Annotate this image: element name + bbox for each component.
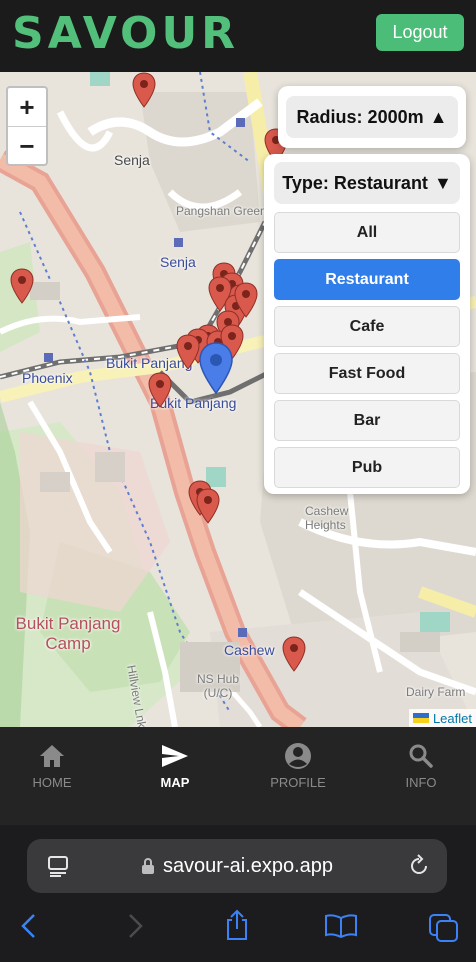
tab-label-home: HOME bbox=[32, 775, 72, 790]
zoom-control: + − bbox=[6, 86, 48, 166]
type-option-all[interactable]: All bbox=[274, 212, 460, 253]
tab-label-info: INFO bbox=[405, 775, 437, 790]
type-label: Type: Restaurant bbox=[282, 172, 428, 193]
map-label-ns-hub: NS Hub (U/C) bbox=[196, 672, 240, 700]
zoom-in-button[interactable]: + bbox=[8, 88, 46, 127]
url-text: savour-ai.expo.app bbox=[162, 854, 334, 877]
restaurant-marker-pin[interactable] bbox=[148, 372, 172, 408]
caret-down-icon: ▼ bbox=[433, 172, 452, 193]
forward-icon[interactable] bbox=[124, 913, 146, 939]
logout-button[interactable]: Logout bbox=[376, 14, 464, 51]
ukraine-flag-icon bbox=[412, 713, 429, 723]
lock-icon bbox=[141, 858, 154, 874]
radius-dropdown[interactable]: Radius: 2000m ▲ bbox=[286, 96, 458, 138]
home-icon bbox=[40, 745, 64, 767]
send-icon bbox=[162, 745, 188, 767]
restaurant-marker-pin[interactable] bbox=[196, 488, 220, 524]
type-option-fast-food[interactable]: Fast Food bbox=[274, 353, 460, 394]
map-label-senja-station: Senja bbox=[160, 254, 196, 270]
map-label-senja: Senja bbox=[114, 152, 150, 168]
map-label-cashew-heights: Cashew Heights bbox=[305, 504, 349, 532]
type-option-cafe[interactable]: Cafe bbox=[274, 306, 460, 347]
caret-up-icon: ▲ bbox=[429, 106, 448, 127]
restaurant-marker-pin[interactable] bbox=[176, 334, 200, 370]
restaurant-marker-pin[interactable] bbox=[282, 636, 306, 672]
map-attribution[interactable]: Leaflet bbox=[408, 709, 476, 727]
map-label-phoenix: Phoenix bbox=[22, 370, 73, 386]
reload-icon[interactable] bbox=[407, 854, 431, 878]
tab-info[interactable]: INFO bbox=[366, 741, 476, 790]
type-option-pub[interactable]: Pub bbox=[274, 447, 460, 488]
share-icon[interactable] bbox=[224, 909, 250, 941]
bottom-tab-bar: HOME MAP PROFILE INFO bbox=[0, 727, 476, 825]
map-label-pangshan-green: Pangshan Green bbox=[176, 204, 267, 218]
restaurant-marker-pin[interactable] bbox=[234, 282, 258, 318]
bookmarks-icon[interactable] bbox=[324, 913, 358, 939]
type-panel: Type: Restaurant ▼ All Restaurant Cafe F… bbox=[264, 154, 470, 494]
tab-map[interactable]: MAP bbox=[120, 741, 230, 790]
type-option-bar[interactable]: Bar bbox=[274, 400, 460, 441]
map-label-cashew: Cashew bbox=[224, 642, 275, 658]
restaurant-marker-pin[interactable] bbox=[10, 268, 34, 304]
search-icon bbox=[409, 744, 433, 768]
type-dropdown[interactable]: Type: Restaurant ▼ bbox=[274, 162, 460, 204]
tab-label-map: MAP bbox=[160, 775, 190, 790]
account-icon bbox=[285, 743, 311, 769]
app-logo: SAVOUR bbox=[12, 8, 240, 59]
type-option-restaurant[interactable]: Restaurant bbox=[274, 259, 460, 300]
radius-label: Radius: 2000m bbox=[296, 106, 424, 127]
tab-home[interactable]: HOME bbox=[0, 741, 107, 790]
map-view[interactable]: Senja Pangshan Green Senja Bukit Panjang… bbox=[0, 72, 476, 727]
address-bar[interactable]: savour-ai.expo.app bbox=[27, 839, 447, 893]
back-icon[interactable] bbox=[18, 913, 40, 939]
map-label-bukit-panjang-camp: Bukit Panjang Camp bbox=[15, 614, 121, 653]
tab-label-profile: PROFILE bbox=[270, 775, 326, 790]
leaflet-link[interactable]: Leaflet bbox=[433, 711, 472, 726]
browser-chrome: savour-ai.expo.app bbox=[0, 825, 476, 962]
zoom-out-button[interactable]: − bbox=[8, 127, 46, 164]
restaurant-marker-pin[interactable] bbox=[132, 72, 156, 108]
current-location-pin[interactable] bbox=[199, 342, 233, 394]
map-label-dairy-farm: Dairy Farm bbox=[406, 685, 466, 699]
tabs-icon[interactable] bbox=[428, 913, 460, 943]
app-header: SAVOUR Logout bbox=[0, 0, 476, 72]
tab-profile[interactable]: PROFILE bbox=[243, 741, 353, 790]
radius-panel: Radius: 2000m ▲ bbox=[278, 86, 466, 148]
